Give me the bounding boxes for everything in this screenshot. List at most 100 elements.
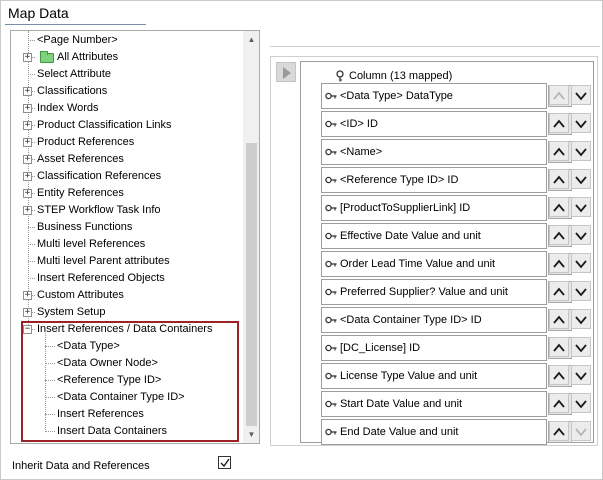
expand-icon[interactable]: +: [23, 104, 32, 113]
mapped-column-row[interactable]: <Data Type> DataType: [321, 83, 547, 109]
tree-item-label: Product Classification Links: [37, 119, 172, 131]
key-icon: [325, 316, 337, 324]
mapped-column-row[interactable]: License Type Value and unit: [321, 363, 547, 389]
move-down-icon[interactable]: [571, 365, 591, 385]
move-up-icon[interactable]: [549, 253, 569, 273]
tree-item-label: Classifications: [37, 85, 108, 97]
mapped-column-row[interactable]: <Reference Type ID> ID: [321, 167, 547, 193]
key-icon: [325, 92, 337, 100]
expand-icon[interactable]: +: [23, 53, 32, 62]
move-down-icon[interactable]: [571, 281, 591, 301]
mapped-column-row[interactable]: End Date Value and unit: [321, 419, 547, 445]
expand-icon[interactable]: +: [23, 138, 32, 147]
mapped-column-row[interactable]: [ProductToSupplierLink] ID: [321, 195, 547, 221]
move-down-icon[interactable]: [571, 113, 591, 133]
expand-icon[interactable]: +: [23, 172, 32, 181]
mapped-column-row[interactable]: Preferred Supplier? Value and unit: [321, 279, 547, 305]
move-up-icon[interactable]: [549, 225, 569, 245]
expand-icon[interactable]: +: [23, 189, 32, 198]
attribute-tree-panel: <Page Number> + All Attributes Select Attri…: [10, 30, 260, 444]
tree-connector: [28, 40, 35, 41]
tree-item-label: Multi level Parent attributes: [37, 255, 170, 267]
move-up-icon[interactable]: [549, 169, 569, 189]
tree-item-label: <Page Number>: [37, 34, 118, 46]
scroll-up-icon[interactable]: ▲: [243, 31, 259, 48]
mapped-column-label: Effective Date Value and unit: [340, 230, 481, 242]
inherit-data-checkbox[interactable]: [218, 456, 231, 469]
move-up-icon[interactable]: [549, 141, 569, 161]
move-down-icon[interactable]: [571, 337, 591, 357]
move-down-icon[interactable]: [571, 169, 591, 189]
mapped-column-row[interactable]: Start Date Value and unit: [321, 391, 547, 417]
mapped-column-label: Start Date Value and unit: [340, 398, 463, 410]
tree-connector: [28, 261, 35, 262]
expand-icon[interactable]: +: [23, 87, 32, 96]
key-icon: [325, 120, 337, 128]
column-header-label: Column (13 mapped): [349, 70, 453, 82]
move-down-icon[interactable]: [571, 421, 591, 441]
move-up-icon[interactable]: [549, 421, 569, 441]
tree-item-label: System Setup: [37, 306, 106, 318]
tree-item-label: Index Words: [37, 102, 99, 114]
move-down-icon[interactable]: [571, 197, 591, 217]
tree-scrollbar[interactable]: ▲ ▼: [243, 31, 259, 443]
key-icon: [325, 428, 337, 436]
mapped-column-label: Preferred Supplier? Value and unit: [340, 286, 508, 298]
move-up-icon[interactable]: [549, 309, 569, 329]
tree-item-label: Asset References: [37, 153, 124, 165]
tree-item-label: Business Functions: [37, 221, 133, 233]
tree-item-label: Multi level References: [37, 238, 146, 250]
mapped-column-row[interactable]: Order Lead Time Value and unit: [321, 251, 547, 277]
move-down-icon[interactable]: [571, 85, 591, 105]
key-icon: [325, 260, 337, 268]
column-mapping-box: Column (13 mapped) <Data Type> DataType <…: [300, 61, 594, 445]
move-up-icon[interactable]: [549, 85, 569, 105]
expand-icon[interactable]: +: [23, 206, 32, 215]
tree-connector: [28, 244, 35, 245]
mapped-column-row[interactable]: [DC_License] ID: [321, 335, 547, 361]
tree-connector: [28, 74, 35, 75]
move-down-icon[interactable]: [571, 253, 591, 273]
tree-item-label: Entity References: [37, 187, 124, 199]
move-down-icon[interactable]: [571, 141, 591, 161]
scroll-thumb[interactable]: [246, 143, 257, 426]
mapped-column-row[interactable]: <Name>: [321, 139, 547, 165]
key-icon: [325, 232, 337, 240]
move-up-icon[interactable]: [549, 365, 569, 385]
mapped-column-label: <Reference Type ID> ID: [340, 174, 459, 186]
move-up-icon[interactable]: [549, 393, 569, 413]
key-icon: [325, 148, 337, 156]
key-icon: [325, 204, 337, 212]
move-up-icon[interactable]: [549, 281, 569, 301]
right-divider: [270, 46, 600, 47]
move-up-icon[interactable]: [549, 113, 569, 133]
tree-connector: [28, 278, 35, 279]
move-up-icon[interactable]: [549, 197, 569, 217]
move-down-icon[interactable]: [571, 225, 591, 245]
mapped-column-label: <Data Type> DataType: [340, 90, 453, 102]
move-down-icon[interactable]: [571, 393, 591, 413]
folder-icon: [40, 51, 54, 63]
tree-item-label: Classification References: [37, 170, 162, 182]
mapped-column-row[interactable]: <ID> ID: [321, 111, 547, 137]
tree-item-label: Custom Attributes: [37, 289, 124, 301]
move-down-icon[interactable]: [571, 309, 591, 329]
tree-item-label: STEP Workflow Task Info: [37, 204, 161, 216]
move-up-icon[interactable]: [549, 337, 569, 357]
mapped-column-label: <Data Container Type ID> ID: [340, 314, 482, 326]
expand-icon[interactable]: +: [23, 291, 32, 300]
mapped-column-label: License Type Value and unit: [340, 370, 478, 382]
mapped-column-label: [DC_License] ID: [340, 342, 421, 354]
mapped-column-row[interactable]: <Data Container Type ID> ID: [321, 307, 547, 333]
scroll-down-icon[interactable]: ▼: [243, 426, 259, 443]
expand-icon[interactable]: +: [23, 155, 32, 164]
expand-icon[interactable]: +: [23, 308, 32, 317]
highlight-box: [21, 321, 239, 442]
tree-connector: [28, 227, 35, 228]
mapped-column-row[interactable]: Effective Date Value and unit: [321, 223, 547, 249]
tree-item-label: All Attributes: [57, 51, 119, 63]
mapped-column-label: <ID> ID: [340, 118, 378, 130]
expand-arrow-icon[interactable]: [276, 62, 296, 82]
mapped-column-label: End Date Value and unit: [340, 426, 459, 438]
expand-icon[interactable]: +: [23, 121, 32, 130]
